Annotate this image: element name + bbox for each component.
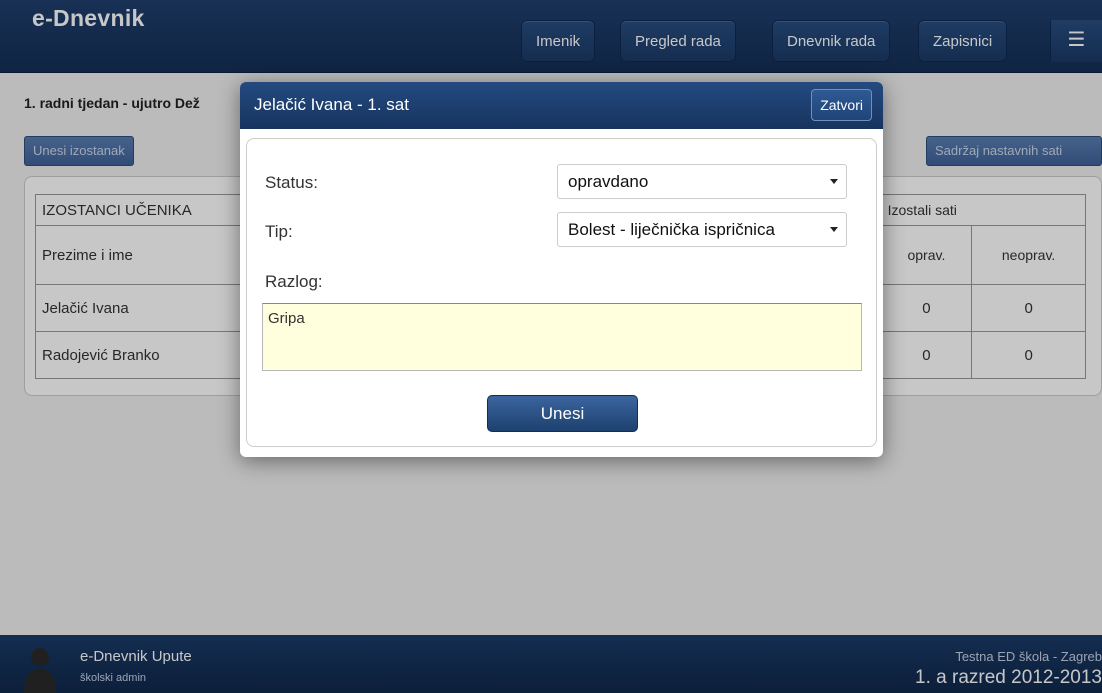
dialog-header: Jelačić Ivana - 1. sat Zatvori xyxy=(240,82,883,129)
chevron-down-icon xyxy=(830,227,838,232)
type-value: Bolest - liječnička ispričnica xyxy=(568,220,775,239)
chevron-down-icon xyxy=(830,179,838,184)
absence-dialog: Jelačić Ivana - 1. sat Zatvori Status: o… xyxy=(240,82,883,457)
status-label: Status: xyxy=(265,173,318,192)
dialog-body: Status: opravdano Tip: Bolest - liječnič… xyxy=(246,138,877,447)
close-button[interactable]: Zatvori xyxy=(811,89,872,121)
reason-label: Razlog: xyxy=(265,272,323,291)
submit-button[interactable]: Unesi xyxy=(487,395,638,432)
dialog-title: Jelačić Ivana - 1. sat xyxy=(254,95,409,114)
type-label: Tip: xyxy=(265,222,293,241)
type-select[interactable]: Bolest - liječnička ispričnica xyxy=(557,212,847,247)
status-value: opravdano xyxy=(568,172,649,191)
status-select[interactable]: opravdano xyxy=(557,164,847,199)
reason-textarea[interactable]: Gripa xyxy=(262,303,862,371)
